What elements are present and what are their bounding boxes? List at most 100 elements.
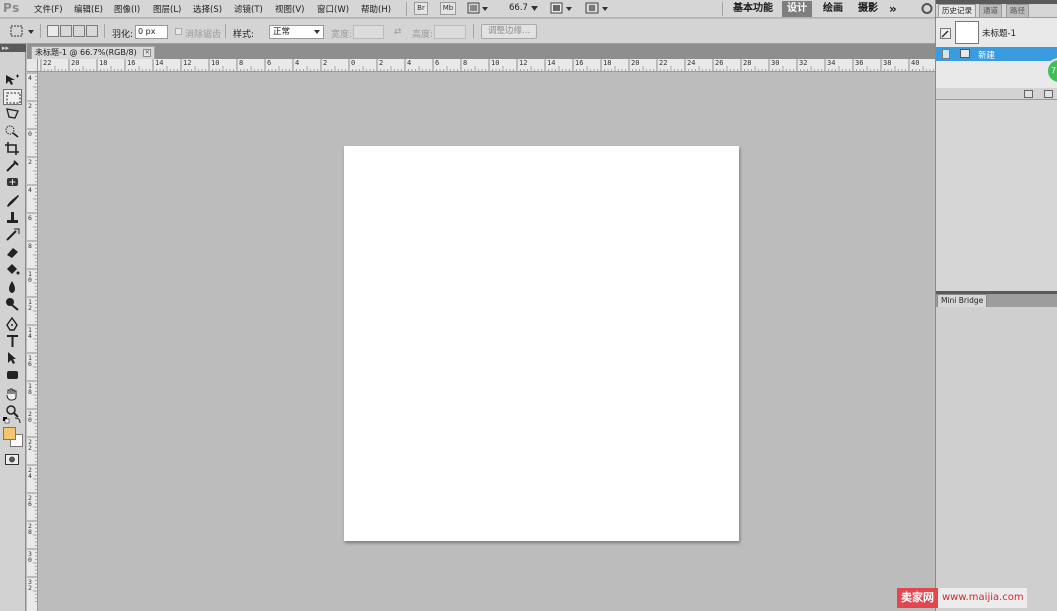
options-bar: 羽化: 0 px 消除锯齿 样式: 正常 宽度: ⇄ 高度: 调整边缘... [0, 19, 935, 44]
healing-brush-icon [7, 178, 18, 186]
hand-tool[interactable] [3, 386, 22, 402]
ruler-h-label: 16 [575, 59, 584, 67]
ruler-h-label: 38 [883, 59, 892, 67]
history-brush-tool[interactable] [3, 226, 22, 242]
clone-stamp-tool[interactable] [3, 209, 22, 225]
ruler-origin[interactable] [27, 59, 38, 72]
eraser-icon [7, 248, 18, 258]
ruler-v-label: 24 [28, 466, 32, 480]
width-input[interactable] [353, 25, 384, 39]
shape-icon [7, 371, 18, 379]
dodge-tool[interactable] [3, 296, 22, 312]
vertical-ruler[interactable]: 4 2 0 2 4 6 8 10 12 14 16 18 20 22 24 26 28 30 32 [27, 72, 38, 611]
tab-mini-bridge[interactable]: Mini Bridge [937, 294, 988, 307]
menu-window[interactable]: 窗口(W) [317, 3, 349, 15]
swap-dimensions-icon[interactable]: ⇄ [394, 27, 402, 37]
workspace-painting[interactable]: 绘画 [818, 1, 848, 17]
ruler-v-label: 22 [28, 438, 32, 452]
view-extras-button[interactable] [467, 2, 489, 15]
minibridge-tab-bar: Mini Bridge [936, 294, 1057, 307]
quick-mask-icon [5, 454, 19, 465]
horizontal-ruler[interactable]: 22 20 18 16 14 12 10 8 6 4 2 0 2 4 6 8 10 12 14 16 18 20 22 24 2… [38, 59, 935, 72]
move-tool[interactable] [3, 72, 22, 88]
menu-select[interactable]: 选择(S) [193, 3, 222, 15]
subtract-from-selection-icon[interactable] [73, 25, 85, 37]
workspace-design[interactable]: 设计 [782, 1, 812, 17]
feather-input[interactable]: 0 px [135, 25, 168, 39]
panel-empty-space [936, 100, 1057, 291]
ruler-h-label: 10 [211, 59, 220, 67]
brush-icon [7, 195, 19, 207]
menu-file[interactable]: 文件(F) [34, 3, 63, 15]
history-snapshot[interactable]: 未标题-1 [936, 19, 1057, 45]
menu-filter[interactable]: 滤镜(T) [234, 3, 263, 15]
document-canvas[interactable] [344, 146, 739, 541]
ruler-h-label: 8 [463, 59, 468, 67]
new-snapshot-icon[interactable] [1024, 90, 1033, 98]
ruler-h-label: 28 [743, 59, 752, 67]
ruler-v-label: 20 [28, 410, 32, 424]
tool-preset-picker[interactable] [10, 25, 36, 39]
workspace-photography[interactable]: 摄影 [853, 1, 883, 17]
paint-bucket-icon [7, 264, 20, 275]
tab-paths[interactable]: 路径 [1006, 4, 1029, 17]
workspace-essentials[interactable]: 基本功能 [728, 1, 778, 17]
tab-channels[interactable]: 通道 [979, 4, 1002, 17]
history-brush-icon [6, 228, 20, 241]
more-workspaces-button[interactable]: » [884, 1, 902, 17]
screen-mode-button[interactable] [585, 2, 611, 15]
crop-tool[interactable] [3, 140, 22, 156]
paint-bucket-tool[interactable] [3, 261, 22, 277]
menu-edit[interactable]: 编辑(E) [74, 3, 103, 15]
cs-live-icon[interactable] [921, 2, 933, 15]
menu-image[interactable]: 图像(I) [114, 3, 140, 15]
ruler-h-label: 18 [603, 59, 612, 67]
new-selection-icon[interactable] [47, 25, 59, 37]
zoom-level[interactable]: 66.7 [509, 3, 528, 13]
tab-history[interactable]: 历史记录 [938, 4, 976, 17]
menu-help[interactable]: 帮助(H) [361, 3, 391, 15]
launch-minibridge-button[interactable]: Mb [440, 2, 456, 15]
menu-view[interactable]: 视图(V) [275, 3, 304, 15]
zoom-dropdown-icon[interactable] [531, 6, 538, 11]
brush-tool[interactable] [3, 192, 22, 208]
arrange-documents-button[interactable] [550, 2, 574, 15]
watermark: 卖家网 www.maijia.com [897, 588, 1027, 608]
add-to-selection-icon[interactable] [60, 25, 72, 37]
type-tool[interactable] [3, 333, 22, 349]
quick-mask-button[interactable] [5, 454, 19, 465]
ruler-h-label: 20 [631, 59, 640, 67]
eyedropper-tool[interactable] [3, 157, 22, 173]
toolbar-grip[interactable]: ▸▸ [0, 44, 26, 52]
eraser-tool[interactable] [3, 244, 22, 260]
path-select-tool[interactable] [3, 350, 22, 366]
shape-tool[interactable] [3, 367, 22, 383]
blur-tool[interactable] [3, 279, 22, 295]
refine-edge-button[interactable]: 调整边缘... [481, 24, 538, 39]
antialias-checkbox[interactable] [175, 28, 182, 35]
document-workspace[interactable] [38, 72, 935, 611]
ruler-v-label: 16 [28, 354, 32, 368]
history-state-row[interactable]: 新建 [936, 47, 1057, 61]
intersect-selection-icon[interactable] [86, 25, 98, 37]
default-colors-icon[interactable] [2, 416, 24, 426]
foreground-color-swatch[interactable] [3, 427, 16, 440]
tools-panel: ▸▸ [0, 44, 26, 611]
healing-brush-tool[interactable] [3, 174, 22, 190]
launch-bridge-button[interactable]: Br [414, 2, 428, 15]
document-tab[interactable]: 未标题-1 @ 66.7%(RGB/8) × [31, 46, 156, 59]
marquee-tool[interactable] [3, 89, 22, 105]
history-state-slider-icon[interactable] [942, 49, 950, 59]
style-select[interactable]: 正常 [269, 25, 324, 39]
lasso-tool[interactable] [3, 106, 22, 122]
history-brush-source-icon[interactable] [940, 28, 951, 39]
trash-icon[interactable] [1044, 90, 1053, 98]
pen-tool[interactable] [3, 316, 22, 332]
chevron-down-icon [314, 30, 320, 34]
menu-layer[interactable]: 图层(L) [153, 3, 181, 15]
height-input[interactable] [434, 25, 466, 39]
quick-select-tool[interactable] [3, 123, 22, 139]
close-icon[interactable]: × [143, 48, 152, 57]
ruler-v-label: 26 [28, 494, 32, 508]
quick-select-icon [5, 125, 19, 138]
